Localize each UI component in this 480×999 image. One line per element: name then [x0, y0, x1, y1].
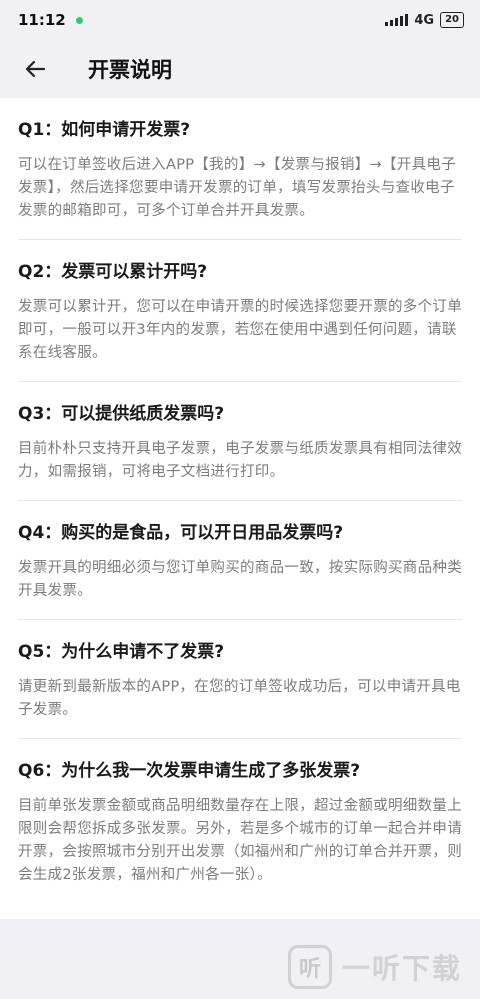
status-time: 11:12 — [18, 11, 66, 29]
faq-item: Q4：购买的是食品，可以开日用品发票吗? 发票开具的明细必须与您订单购买的商品一… — [18, 501, 462, 620]
faq-question: Q2：发票可以累计开吗? — [18, 262, 208, 282]
watermark-logo-icon: 听 — [287, 945, 332, 989]
navbar: 开票说明 — [0, 40, 480, 98]
faq-answer: 发票可以累计开，您可以在申请开票的时候选择您要开票的多个订单即可，一般可以开3年… — [18, 299, 462, 361]
notification-dot-icon — [75, 16, 83, 24]
status-right: 4G 20 — [385, 12, 464, 28]
faq-question: Q4：购买的是食品，可以开日用品发票吗? — [18, 523, 344, 543]
watermark-text: 一听下载 — [341, 952, 462, 985]
watermark: 听 一听下载 — [287, 945, 462, 989]
faq-answer: 可以在订单签收后进入APP【我的】→【发票与报销】→【开具电子发票】，然后选择您… — [18, 157, 457, 219]
faq-answer: 目前单张发票金额或商品明细数量存在上限，超过金额或明细数量上限则会帮您拆成多张发… — [18, 798, 462, 883]
page-title: 开票说明 — [88, 58, 172, 82]
faq-item: Q6：为什么我一次发票申请生成了多张发票? 目前单张发票金额或商品明细数量存在上… — [18, 739, 462, 903]
faq-answer: 请更新到最新版本的APP，在您的订单签收成功后，可以申请开具电子发票。 — [18, 679, 461, 718]
faq-question: Q5：为什么申请不了发票? — [18, 642, 225, 662]
arrow-left-icon — [25, 60, 46, 78]
faq-item: Q5：为什么申请不了发票? 请更新到最新版本的APP，在您的订单签收成功后，可以… — [18, 620, 462, 739]
faq-question: Q3：可以提供纸质发票吗? — [18, 404, 225, 424]
faq-question: Q6：为什么我一次发票申请生成了多张发票? — [18, 761, 361, 781]
faq-item: Q2：发票可以累计开吗? 发票可以累计开，您可以在申请开票的时候选择您要开票的多… — [18, 240, 462, 382]
watermark-logo-char: 听 — [298, 957, 321, 982]
faq-item: Q3：可以提供纸质发票吗? 目前朴朴只支持开具电子发票，电子发票与纸质发票具有相… — [18, 382, 462, 501]
battery-level: 20 — [445, 14, 459, 25]
network-type: 4G — [414, 12, 435, 28]
battery-icon: 20 — [440, 12, 464, 28]
faq-item: Q1：如何申请开发票? 可以在订单签收后进入APP【我的】→【发票与报销】→【开… — [18, 98, 462, 240]
status-bar: 11:12 4G 20 — [0, 0, 480, 40]
faq-answer: 发票开具的明细必须与您订单购买的商品一致，按实际购买商品种类开具发票。 — [18, 560, 462, 599]
faq-answer: 目前朴朴只支持开具电子发票，电子发票与纸质发票具有相同法律效力，如需报销，可将电… — [18, 441, 462, 480]
back-button[interactable] — [18, 52, 52, 86]
faq-list: Q1：如何申请开发票? 可以在订单签收后进入APP【我的】→【发票与报销】→【开… — [0, 98, 480, 919]
signal-icon — [385, 14, 409, 26]
status-left: 11:12 — [18, 11, 83, 29]
faq-question: Q1：如何申请开发票? — [18, 120, 191, 140]
